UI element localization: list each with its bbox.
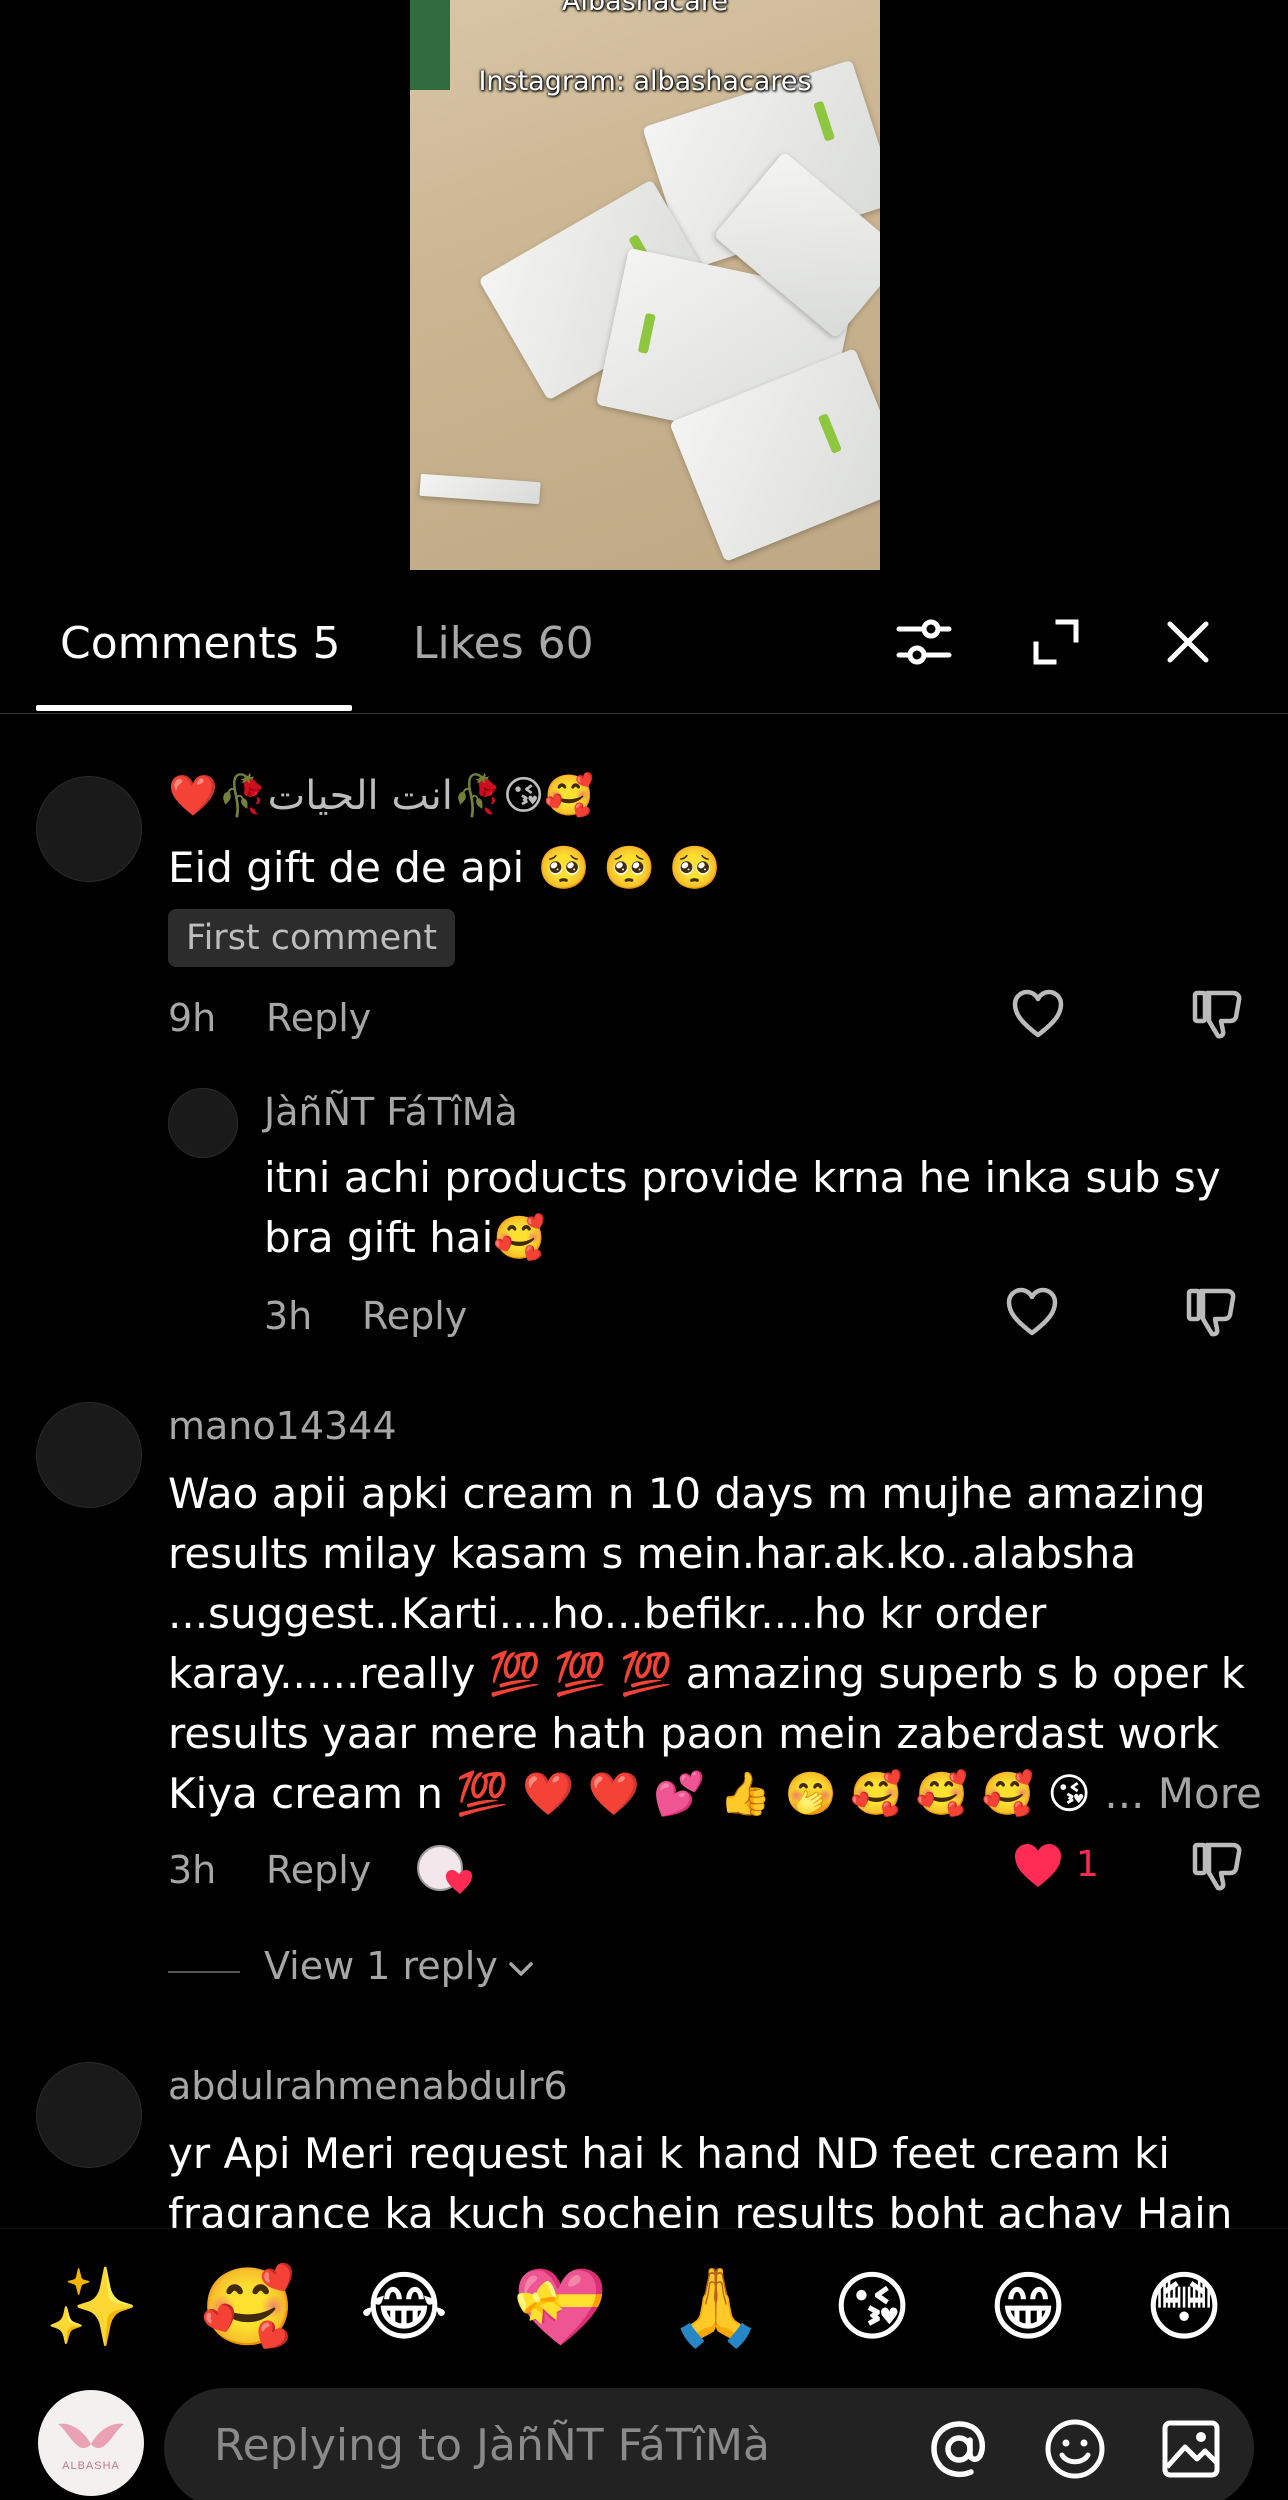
dislike-icon[interactable] (1188, 984, 1248, 1044)
comment-timestamp: 3h (168, 1848, 217, 1892)
like-count: 1 (1076, 1844, 1099, 1885)
creator-liked-icon (416, 1844, 476, 1900)
reply-username[interactable]: JàñÑT FáTîMà (264, 1090, 518, 1134)
divider (168, 1971, 240, 1973)
comment-text-line-content: Kiya cream n 💯 ❤️ ❤️ 💕 👍 🤭 🥰 🥰 🥰 😘 (168, 1769, 1091, 1818)
user-avatar-text: ALBASHA (62, 2460, 120, 2472)
emoji-quick-bar: ✨ 🥰 😂 💝 🙏 😘 😁 😳 (0, 2228, 1288, 2378)
comment-username[interactable]: abdulrahmenabdulr6 (168, 2064, 568, 2108)
emoji-tears-of-joy[interactable]: 😂 (354, 2257, 454, 2357)
dislike-icon[interactable] (1188, 1836, 1248, 1896)
emoji-flushed[interactable]: 😳 (1134, 2257, 1234, 2357)
current-user-avatar[interactable]: ALBASHA (38, 2390, 144, 2496)
emoji-folded-hands[interactable]: 🙏 (666, 2257, 766, 2357)
reply-timestamp: 3h (264, 1294, 313, 1338)
comment-input-bar: ALBASHA Replying to JàñÑT FáTîMà (0, 2378, 1288, 2500)
emoji-picker-icon[interactable] (1040, 2414, 1110, 2484)
emoji-grin[interactable]: 😁 (978, 2257, 1078, 2357)
video-thumbnail[interactable]: Albashacare Instagram: albashacares (410, 0, 880, 570)
avatar[interactable] (168, 1088, 238, 1158)
emoji-heart-ribbon[interactable]: 💝 (510, 2257, 610, 2357)
comment-text-line: Wao apii apki cream n 10 days m mujhe am… (168, 1469, 1206, 1518)
reply-button[interactable]: Reply (266, 996, 371, 1040)
avatar[interactable] (36, 1402, 142, 1508)
mention-icon[interactable] (924, 2414, 994, 2484)
close-icon[interactable] (1156, 610, 1220, 674)
comment-text-line: ...suggest..Karti....ho...befikr....ho k… (168, 1589, 1047, 1638)
emoji-smiling-hearts[interactable]: 🥰 (198, 2257, 298, 2357)
video-overlay-top: Albashacare (562, 0, 728, 17)
first-comment-badge: First comment (168, 909, 456, 967)
comment-text-line: results milay kasam s mein.har.ak.ko..al… (168, 1529, 1137, 1578)
view-replies-label: View 1 reply (264, 1944, 498, 1988)
chevron-down-icon (508, 1944, 534, 1988)
reply-text: itni achi products provide krna he inka … (264, 1153, 1221, 1262)
comment-input[interactable]: Replying to JàñÑT FáTîMà (164, 2388, 1254, 2500)
wings-logo-icon (58, 2423, 124, 2449)
comments-list[interactable]: ❤️🥀انت الحيات🥀😘🥰 Eid gift de de api 🥺 🥺 … (0, 714, 1288, 2228)
filter-sliders-icon[interactable] (892, 610, 956, 674)
dislike-icon[interactable] (1182, 1282, 1242, 1342)
avatar[interactable] (36, 776, 142, 882)
comment-input-placeholder: Replying to JàñÑT FáTîMà (214, 2420, 770, 2471)
emoji-sparkles[interactable]: ✨ (42, 2257, 142, 2357)
heart-icon[interactable] (1002, 1282, 1062, 1342)
reply-button[interactable]: Reply (362, 1294, 467, 1338)
reply-button[interactable]: Reply (266, 1848, 371, 1892)
comment-text-line: Kiya cream n 💯 ❤️ ❤️ 💕 👍 🤭 🥰 🥰 🥰 😘 ... M… (168, 1764, 1278, 1824)
comment-text-line: fragrance ka kuch sochein results boht a… (168, 2189, 1233, 2228)
active-tab-indicator (36, 705, 352, 711)
comment-text-line: results yaar mere hath paon mein zaberda… (168, 1709, 1220, 1758)
tab-comments[interactable]: Comments 5 (60, 618, 340, 669)
comment-text-line: karay......really 💯 💯 💯 amazing superb s… (168, 1649, 1246, 1698)
avatar[interactable] (36, 2062, 142, 2168)
expand-icon[interactable] (1024, 610, 1088, 674)
view-replies-button[interactable]: View 1 reply (264, 1944, 534, 1988)
comment-text: Eid gift de de api 🥺 🥺 🥺 (168, 843, 722, 892)
video-paper-strip (419, 473, 541, 505)
heart-icon[interactable] (1008, 984, 1068, 1044)
comment-tabs: Comments 5 Likes 60 (0, 570, 1288, 714)
comment-username[interactable]: mano14344 (168, 1404, 397, 1448)
heart-filled-icon[interactable] (1008, 1836, 1068, 1896)
video-preview-area[interactable]: Albashacare Instagram: albashacares (0, 0, 1288, 570)
comment-text: Wao apii apki cream n 10 days m mujhe am… (168, 1464, 1278, 1824)
image-attach-icon[interactable] (1156, 2414, 1226, 2484)
video-overlay-caption: Instagram: albashacares (478, 66, 812, 97)
tab-likes[interactable]: Likes 60 (413, 618, 594, 669)
comment-username[interactable]: ❤️🥀انت الحيات🥀😘🥰 (168, 772, 594, 819)
more-link[interactable]: ... More (1104, 1769, 1262, 1818)
comment-timestamp: 9h (168, 996, 217, 1040)
comment-text: yr Api Meri request hai k hand ND feet c… (168, 2124, 1278, 2228)
emoji-kiss[interactable]: 😘 (822, 2257, 922, 2357)
comment-text-line: yr Api Meri request hai k hand ND feet c… (168, 2129, 1170, 2178)
